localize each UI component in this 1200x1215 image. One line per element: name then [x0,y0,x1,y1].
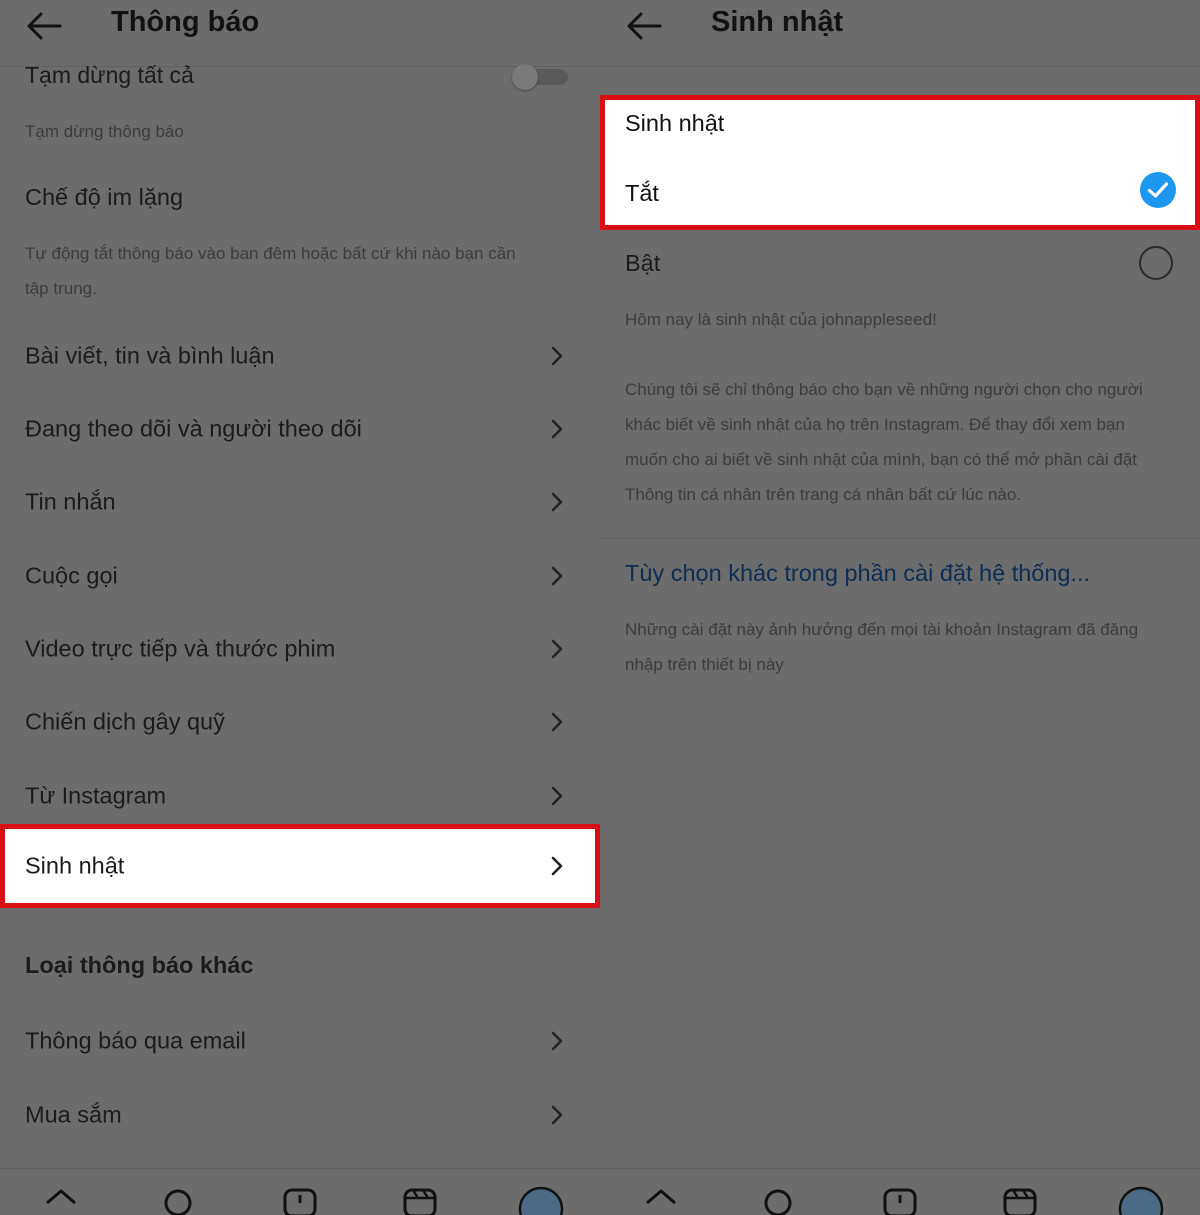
notifications-screen: Thông báo Tạm dừng tất cả Tạm dừng thông… [0,0,600,1215]
page-title: Thông báo [111,6,260,38]
menu-item-fundraisers[interactable]: Chiến dịch gây quỹ [0,692,600,752]
chevron-right-icon [551,712,563,732]
menu-item-live-reels[interactable]: Video trực tiếp và thước phim [0,619,600,679]
menu-item-label: Mua sắm [25,1101,122,1128]
chevron-right-icon [551,566,563,586]
birthday-setting-card: Sinh nhật Tắt [600,95,1200,230]
system-settings-note-line-1: Những cài đặt này ảnh hưởng đến mọi tài … [625,620,1139,639]
quiet-mode-description-line1: Tự động tắt thông báo vào ban đêm hoặc b… [25,244,516,263]
pause-all-caption: Tạm dừng thông báo [25,122,184,141]
explanation-line-4: Thông tin cá nhân trên trang cá nhân bất… [625,485,1022,504]
menu-item-calls[interactable]: Cuộc gọi [0,546,600,606]
menu-item-label: Video trực tiếp và thước phim [25,635,336,662]
menu-item-label: Từ Instagram [25,782,167,809]
chevron-right-icon [551,419,563,439]
option-on-label[interactable]: Bật [625,250,660,277]
explanation-line-1: Chúng tôi sẽ chỉ thông báo cho bạn về nh… [625,380,1143,399]
bottom-navigation [0,1168,600,1215]
back-arrow-icon[interactable] [624,9,664,43]
reels-icon[interactable] [400,1185,440,1215]
section-caption: Sinh nhật [625,110,725,136]
chevron-right-icon [551,346,563,366]
create-icon[interactable] [280,1185,320,1215]
system-settings-note-line-2: nhập trên thiết bị này [625,655,784,674]
menu-item-label: Cuộc gọi [25,562,118,589]
bottom-navigation [600,1168,1200,1215]
menu-item-messages[interactable]: Tin nhắn [0,472,600,532]
quiet-mode-label[interactable]: Chế độ im lặng [25,184,183,211]
menu-item-posts-stories-comments[interactable]: Bài viết, tin và bình luận [0,326,600,386]
menu-item-shopping[interactable]: Mua sắm [0,1085,600,1145]
explanation-line-2: khác biết về sinh nhật của họ trên Insta… [625,415,1125,434]
profile-icon[interactable] [518,1185,564,1215]
birthday-example-text: Hôm nay là sinh nhật của johnappleseed! [625,310,937,329]
menu-item-label: Thông báo qua email [25,1027,246,1054]
option-on-radio[interactable] [1139,246,1173,280]
explanation-line-3: muốn cho ai biết về sinh nhật của mình, … [625,450,1138,469]
chevron-right-icon [551,639,563,659]
menu-item-label: Chiến dịch gây quỹ [25,708,225,735]
create-icon[interactable] [880,1185,920,1215]
chevron-right-icon [551,492,563,512]
menu-item-birthdays[interactable]: Sinh nhật [0,824,600,908]
other-notifications-heading: Loại thông báo khác [25,952,254,978]
option-off-label[interactable]: Tắt [625,180,659,207]
divider [600,538,1200,539]
menu-item-email-notifications[interactable]: Thông báo qua email [0,1011,600,1071]
top-bar: Thông báo [0,0,600,67]
home-icon[interactable] [41,1185,81,1215]
top-bar: Sinh nhật [600,0,1200,67]
chevron-right-icon [551,856,563,876]
system-settings-link[interactable]: Tùy chọn khác trong phần cài đặt hệ thốn… [625,560,1090,587]
menu-item-label: Bài viết, tin và bình luận [25,342,275,369]
home-icon[interactable] [641,1185,681,1215]
quiet-mode-description-line2: tập trung. [25,279,97,298]
menu-item-label: Sinh nhật [25,852,125,879]
checkmark-circle-icon[interactable] [1139,171,1177,209]
menu-item-following-followers[interactable]: Đang theo dõi và người theo dõi [0,399,600,459]
reels-icon[interactable] [1000,1185,1040,1215]
chevron-right-icon [551,1031,563,1051]
pause-all-label: Tạm dừng tất cả [25,62,194,88]
page-title: Sinh nhật [711,6,844,38]
search-icon[interactable] [758,1185,798,1215]
menu-item-from-instagram[interactable]: Từ Instagram [0,766,600,826]
back-arrow-icon[interactable] [24,9,64,43]
menu-item-label: Tin nhắn [25,488,116,515]
profile-icon[interactable] [1118,1185,1164,1215]
chevron-right-icon [551,786,563,806]
pause-all-toggle[interactable] [512,64,568,90]
menu-item-label: Đang theo dõi và người theo dõi [25,415,362,442]
search-icon[interactable] [158,1185,198,1215]
chevron-right-icon [551,1105,563,1125]
